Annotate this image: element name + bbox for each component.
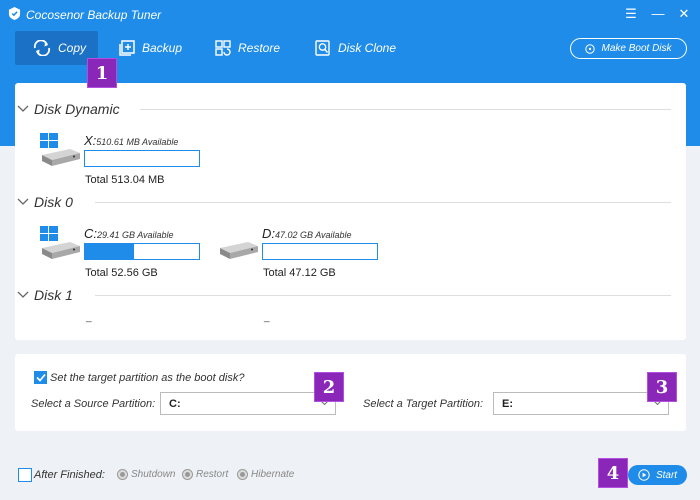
tab-disk-clone[interactable]: Disk Clone bbox=[315, 31, 396, 65]
plus-square-icon bbox=[119, 40, 135, 56]
target-partition-value: E: bbox=[502, 397, 513, 410]
radio-label: Restort bbox=[196, 469, 229, 480]
disk-clone-icon bbox=[315, 40, 330, 56]
tab-disk-clone-label: Disk Clone bbox=[338, 41, 397, 55]
disk-group-disk1[interactable]: Disk 1 bbox=[17, 287, 73, 303]
copy-refresh-icon bbox=[33, 40, 51, 56]
after-finished-label: After Finished: bbox=[34, 469, 105, 481]
after-finished-checkbox[interactable] bbox=[18, 468, 32, 482]
radio-label: Shutdown bbox=[131, 469, 176, 480]
source-partition-value: C: bbox=[169, 397, 181, 410]
disk-group-label: Disk Dynamic bbox=[34, 101, 120, 117]
chevron-down-icon bbox=[17, 198, 29, 205]
partition-available: 510.61 MB Available bbox=[96, 137, 179, 147]
partition-total: Total 513.04 MB bbox=[85, 174, 165, 186]
partition-placeholder: _ bbox=[86, 312, 92, 323]
make-boot-disk-button[interactable]: Make Boot Disk bbox=[570, 38, 687, 59]
partition-letter: X:510.61 MB Available bbox=[84, 133, 179, 148]
tab-backup[interactable]: Backup bbox=[119, 31, 182, 65]
partition-total: Total 47.12 GB bbox=[263, 267, 336, 279]
boot-disk-label: Set the target partition as the boot dis… bbox=[50, 372, 245, 384]
drive-icon bbox=[220, 242, 258, 259]
minimize-button[interactable]: — bbox=[651, 7, 665, 22]
make-boot-disk-label: Make Boot Disk bbox=[601, 43, 672, 54]
disk-group-label: Disk 1 bbox=[34, 287, 73, 303]
radio-label: Hibernate bbox=[251, 469, 295, 480]
source-partition-label: Select a Source Partition: bbox=[31, 398, 156, 410]
app-title: Cocosenor Backup Tuner bbox=[26, 8, 162, 22]
step-marker-1: 1 bbox=[87, 58, 117, 88]
boot-disk-checkbox[interactable] bbox=[34, 371, 47, 384]
target-partition-select[interactable]: E: bbox=[493, 392, 669, 415]
start-button[interactable]: Start bbox=[628, 465, 687, 485]
disk-group-dynamic[interactable]: Disk Dynamic bbox=[17, 101, 120, 117]
tab-restore-label: Restore bbox=[238, 41, 281, 55]
app-logo-icon bbox=[8, 7, 21, 20]
close-button[interactable]: ✕ bbox=[677, 7, 691, 22]
radio-shutdown[interactable]: Shutdown bbox=[117, 469, 175, 480]
menu-icon[interactable]: ☰ bbox=[624, 7, 638, 22]
target-partition-label: Select a Target Partition: bbox=[363, 398, 484, 410]
windows-drive-icon bbox=[40, 133, 80, 166]
disk-panel bbox=[15, 83, 686, 340]
step-marker-3: 3 bbox=[647, 372, 677, 402]
chevron-down-icon bbox=[17, 291, 29, 298]
disk-group-disk0[interactable]: Disk 0 bbox=[17, 194, 73, 210]
partition-usage-bar[interactable] bbox=[262, 243, 378, 260]
radio-restort[interactable]: Restort bbox=[182, 469, 228, 480]
divider bbox=[95, 202, 671, 203]
step-marker-4: 4 bbox=[598, 458, 628, 488]
partition-placeholder: _ bbox=[264, 312, 270, 323]
partition-available: 47.02 GB Available bbox=[275, 230, 352, 240]
divider bbox=[140, 109, 671, 110]
tab-copy[interactable]: Copy bbox=[15, 31, 98, 65]
partition-usage-bar[interactable] bbox=[84, 150, 200, 167]
chevron-down-icon bbox=[17, 105, 29, 112]
partition-available: 29.41 GB Available bbox=[97, 230, 174, 240]
windows-drive-icon bbox=[40, 226, 80, 259]
divider bbox=[95, 295, 671, 296]
radio-hibernate[interactable]: Hibernate bbox=[237, 469, 294, 480]
disk-group-label: Disk 0 bbox=[34, 194, 73, 210]
footer-bar bbox=[0, 449, 700, 500]
source-partition-select[interactable]: C: bbox=[160, 392, 336, 415]
start-label: Start bbox=[655, 469, 678, 481]
partition-letter: C:29.41 GB Available bbox=[84, 226, 174, 241]
partition-usage-bar[interactable] bbox=[84, 243, 200, 260]
partition-usage-fill bbox=[85, 244, 135, 259]
partition-total: Total 52.56 GB bbox=[85, 267, 158, 279]
tab-restore[interactable]: Restore bbox=[215, 31, 280, 65]
play-icon bbox=[638, 469, 650, 481]
tab-backup-label: Backup bbox=[142, 41, 183, 55]
tab-copy-label: Copy bbox=[58, 41, 87, 55]
grid-restore-icon bbox=[215, 40, 231, 56]
checkmark-icon bbox=[35, 373, 46, 382]
partition-letter: D:47.02 GB Available bbox=[262, 226, 352, 241]
disc-icon bbox=[585, 43, 596, 54]
step-marker-2: 2 bbox=[314, 372, 344, 402]
